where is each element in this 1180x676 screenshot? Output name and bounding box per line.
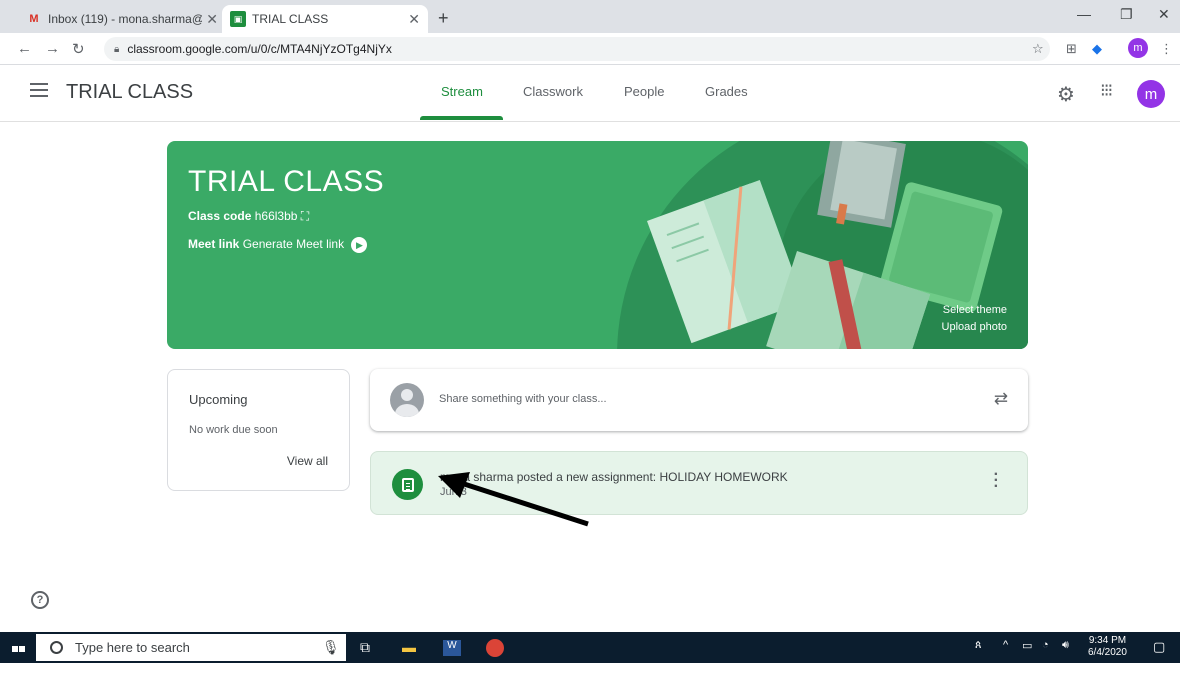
word-icon[interactable]: W [443, 640, 461, 656]
browser-tab-gmail[interactable]: M Inbox (119) - mona.sharma@pp. ✕ [18, 5, 226, 33]
class-code-label: Class code [188, 209, 252, 223]
cortana-icon [50, 641, 63, 654]
browser-tab-classroom[interactable]: ▣ TRIAL CLASS ✕ [222, 5, 428, 33]
class-code-value: h66l3bb [254, 209, 298, 223]
class-title[interactable]: TRIAL CLASS [66, 81, 193, 104]
bookmark-star-icon[interactable]: ☆ [1032, 41, 1044, 57]
extension-diamond-icon[interactable]: ◆ [1092, 41, 1102, 57]
repost-icon[interactable]: ⇄ [994, 389, 1008, 409]
browser-tab-strip: M Inbox (119) - mona.sharma@pp. ✕ ▣ TRIA… [0, 0, 1180, 33]
tab-title: Inbox (119) - mona.sharma@pp. [48, 12, 202, 26]
windows-taskbar: Type here to search 🎙︎ ⧉ ▬ W ጰ ^ ▭ ◔ 🔊︎ … [0, 632, 1180, 670]
show-hidden-icons-icon[interactable]: ^ [1003, 639, 1008, 651]
browser-menu-icon[interactable]: ⋮ [1160, 41, 1173, 57]
address-bar-row: ← → ↻ 🔒︎ classroom.google.com/u/0/c/MTA4… [0, 33, 1180, 65]
tab-title: TRIAL CLASS [252, 12, 329, 26]
fullscreen-icon[interactable]: ⛶ [301, 209, 309, 223]
taskbar-clock[interactable]: 9:34 PM 6/4/2020 [1088, 635, 1127, 659]
upcoming-card: Upcoming No work due soon View all [167, 369, 350, 491]
wifi-icon[interactable]: ◔ [1042, 639, 1049, 651]
url-text: classroom.google.com/u/0/c/MTA4NjYzOTg4N… [127, 42, 392, 56]
meet-link-row: Meet link Generate Meet link ▶ [188, 237, 368, 253]
taskbar-search-placeholder: Type here to search [75, 640, 190, 655]
gmail-icon: M [29, 13, 39, 25]
close-tab-icon[interactable]: ✕ [408, 11, 420, 28]
app-header: TRIAL CLASS Stream Classwork People Grad… [0, 66, 1180, 122]
settings-gear-icon[interactable]: ⚙ [1057, 82, 1075, 107]
close-window-icon[interactable]: ✕ [1158, 6, 1170, 23]
tab-classwork[interactable]: Classwork [523, 84, 583, 99]
volume-icon[interactable]: 🔊︎ [1062, 639, 1069, 652]
forward-icon[interactable]: → [45, 40, 60, 57]
view-all-link[interactable]: View all [287, 454, 328, 468]
class-code-row: Class code h66l3bb ⛶ [188, 209, 309, 224]
meet-video-icon[interactable]: ▶ [351, 237, 368, 253]
taskbar-search[interactable]: Type here to search [36, 634, 346, 661]
hamburger-menu-icon[interactable] [30, 83, 48, 97]
clock-time: 9:34 PM [1088, 635, 1127, 646]
file-explorer-icon[interactable]: ▬ [402, 639, 416, 655]
extension-grid-icon[interactable]: ⊞ [1066, 41, 1077, 57]
restore-icon[interactable]: ❐ [1120, 6, 1133, 23]
upload-photo-link[interactable]: Upload photo [942, 319, 1007, 336]
classroom-icon: ▣ [230, 11, 246, 27]
help-icon[interactable]: ? [31, 591, 49, 609]
reload-icon[interactable]: ↻ [72, 40, 85, 58]
account-avatar[interactable]: m [1137, 80, 1165, 108]
microphone-icon[interactable]: 🎙︎ [322, 639, 340, 656]
active-tab-indicator [420, 116, 503, 120]
clock-date: 6/4/2020 [1088, 647, 1127, 658]
banner-title: TRIAL CLASS [188, 165, 385, 198]
meet-link-label: Meet link [188, 237, 240, 251]
upcoming-heading: Upcoming [189, 392, 248, 407]
tab-grades[interactable]: Grades [705, 84, 748, 99]
notifications-icon[interactable]: ▢ [1153, 639, 1165, 655]
browser-profile-avatar[interactable]: m [1128, 38, 1148, 58]
generate-meet-link[interactable]: Generate Meet link [243, 237, 344, 251]
apps-grid-icon[interactable]: ⁝⁝⁝ [1100, 80, 1113, 101]
close-tab-icon[interactable]: ✕ [206, 11, 218, 28]
upcoming-status: No work due soon [189, 424, 278, 436]
task-view-icon[interactable]: ⧉ [360, 639, 370, 656]
chrome-icon[interactable] [486, 639, 504, 657]
theme-actions: Select theme Upload photo [942, 302, 1007, 336]
share-box[interactable]: Share something with your class... ⇄ [370, 369, 1028, 431]
back-icon[interactable]: ← [17, 40, 32, 57]
assignment-icon [392, 469, 423, 500]
windows-start-icon[interactable] [12, 640, 26, 670]
people-icon[interactable]: ጰ [975, 639, 982, 652]
annotation-arrow [438, 472, 589, 527]
minimize-icon[interactable]: — [1077, 6, 1091, 22]
user-avatar [390, 383, 424, 417]
class-banner: TRIAL CLASS Class code h66l3bb ⛶ Meet li… [167, 141, 1028, 349]
tab-people[interactable]: People [624, 84, 664, 99]
new-tab-icon[interactable]: + [438, 8, 449, 29]
lock-icon: 🔒︎ [114, 43, 120, 55]
tab-stream[interactable]: Stream [441, 84, 483, 99]
share-placeholder[interactable]: Share something with your class... [439, 393, 607, 405]
select-theme-link[interactable]: Select theme [942, 302, 1007, 319]
url-field[interactable]: 🔒︎ classroom.google.com/u/0/c/MTA4NjYzOT… [104, 37, 1050, 61]
battery-icon[interactable]: ▭ [1022, 639, 1032, 652]
more-options-icon[interactable]: · · · [994, 467, 999, 495]
